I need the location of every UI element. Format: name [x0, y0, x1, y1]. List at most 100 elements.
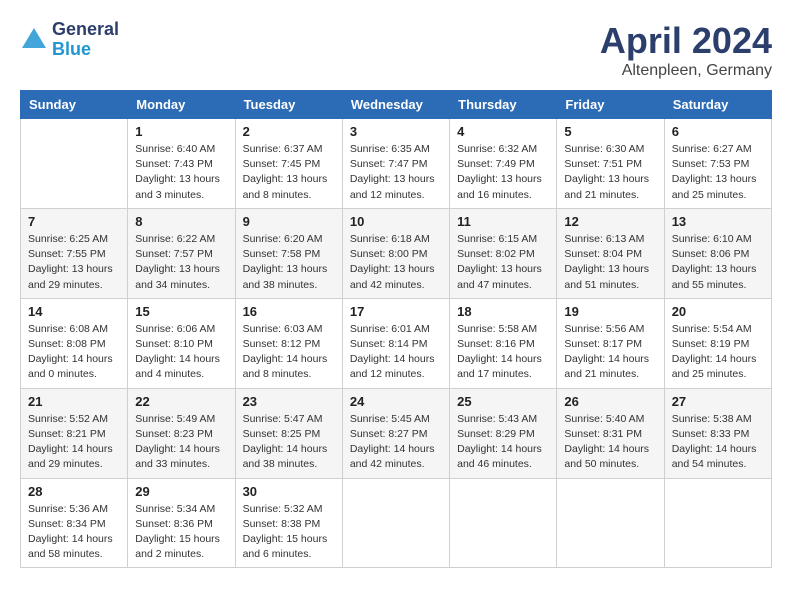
calendar-cell: 24 Sunrise: 5:45 AM Sunset: 8:27 PM Dayli… — [342, 388, 449, 478]
calendar-cell: 19 Sunrise: 5:56 AM Sunset: 8:17 PM Dayli… — [557, 298, 664, 388]
day-number: 6 — [672, 124, 764, 139]
calendar-cell: 15 Sunrise: 6:06 AM Sunset: 8:10 PM Dayli… — [128, 298, 235, 388]
day-info: Sunrise: 5:45 AM Sunset: 8:27 PM Dayligh… — [350, 412, 442, 473]
weekday-header: Wednesday — [342, 91, 449, 119]
weekday-header: Thursday — [450, 91, 557, 119]
day-info: Sunrise: 6:10 AM Sunset: 8:06 PM Dayligh… — [672, 232, 764, 293]
calendar-cell: 18Sunrise: 5:58 AM Sunset: 8:16 PM Dayli… — [450, 298, 557, 388]
day-info: Sunrise: 6:01 AM Sunset: 8:14 PM Dayligh… — [350, 322, 442, 383]
calendar-cell: 2 Sunrise: 6:37 AM Sunset: 7:45 PM Daylig… — [235, 119, 342, 209]
day-info: Sunrise: 6:40 AM Sunset: 7:43 PM Dayligh… — [135, 142, 227, 203]
weekday-header: Monday — [128, 91, 235, 119]
calendar-cell: 4 Sunrise: 6:32 AM Sunset: 7:49 PM Daylig… — [450, 119, 557, 209]
day-number: 4 — [457, 124, 549, 139]
day-number: 20 — [672, 304, 764, 319]
calendar-cell — [342, 478, 449, 568]
day-info: Sunrise: 6:30 AM Sunset: 7:51 PM Dayligh… — [564, 142, 656, 203]
day-info: Sunrise: 5:56 AM Sunset: 8:17 PM Dayligh… — [564, 322, 656, 383]
day-number: 1 — [135, 124, 227, 139]
day-info: Sunrise: 5:36 AM Sunset: 8:34 PM Dayligh… — [28, 502, 120, 563]
calendar-cell: 6 Sunrise: 6:27 AM Sunset: 7:53 PM Daylig… — [664, 119, 771, 209]
calendar-cell: 20 Sunrise: 5:54 AM Sunset: 8:19 PM Dayli… — [664, 298, 771, 388]
calendar-cell: 17 Sunrise: 6:01 AM Sunset: 8:14 PM Dayli… — [342, 298, 449, 388]
calendar-cell: 25Sunrise: 5:43 AM Sunset: 8:29 PM Dayli… — [450, 388, 557, 478]
calendar-cell — [450, 478, 557, 568]
calendar-cell: 14 Sunrise: 6:08 AM Sunset: 8:08 PM Dayli… — [21, 298, 128, 388]
day-info: Sunrise: 5:38 AM Sunset: 8:33 PM Dayligh… — [672, 412, 764, 473]
day-number: 8 — [135, 214, 227, 229]
day-number: 19 — [564, 304, 656, 319]
calendar-cell: 16Sunrise: 6:03 AM Sunset: 8:12 PM Dayli… — [235, 298, 342, 388]
calendar-cell: 5 Sunrise: 6:30 AM Sunset: 7:51 PM Daylig… — [557, 119, 664, 209]
calendar-cell: 26Sunrise: 5:40 AM Sunset: 8:31 PM Dayli… — [557, 388, 664, 478]
weekday-header: Tuesday — [235, 91, 342, 119]
calendar-week-row: 14 Sunrise: 6:08 AM Sunset: 8:08 PM Dayli… — [21, 298, 772, 388]
day-info: Sunrise: 6:37 AM Sunset: 7:45 PM Dayligh… — [243, 142, 335, 203]
day-number: 22 — [135, 394, 227, 409]
calendar-cell: 30 Sunrise: 5:32 AM Sunset: 8:38 PM Dayli… — [235, 478, 342, 568]
page-header: General Blue April 2024 Altenpleen, Germ… — [20, 20, 772, 80]
day-number: 11 — [457, 214, 549, 229]
calendar-cell — [557, 478, 664, 568]
day-info: Sunrise: 5:32 AM Sunset: 8:38 PM Dayligh… — [243, 502, 335, 563]
month-title: April 2024 — [600, 20, 772, 62]
day-info: Sunrise: 5:58 AM Sunset: 8:16 PM Dayligh… — [457, 322, 549, 383]
day-info: Sunrise: 6:22 AM Sunset: 7:57 PM Dayligh… — [135, 232, 227, 293]
calendar-week-row: 7Sunrise: 6:25 AM Sunset: 7:55 PM Daylig… — [21, 208, 772, 298]
day-info: Sunrise: 6:18 AM Sunset: 8:00 PM Dayligh… — [350, 232, 442, 293]
calendar-cell: 21 Sunrise: 5:52 AM Sunset: 8:21 PM Dayli… — [21, 388, 128, 478]
calendar-cell — [664, 478, 771, 568]
day-number: 30 — [243, 484, 335, 499]
calendar-cell: 11Sunrise: 6:15 AM Sunset: 8:02 PM Dayli… — [450, 208, 557, 298]
location-subtitle: Altenpleen, Germany — [600, 62, 772, 80]
day-number: 14 — [28, 304, 120, 319]
day-info: Sunrise: 6:20 AM Sunset: 7:58 PM Dayligh… — [243, 232, 335, 293]
day-number: 24 — [350, 394, 442, 409]
calendar-week-row: 21 Sunrise: 5:52 AM Sunset: 8:21 PM Dayli… — [21, 388, 772, 478]
day-number: 13 — [672, 214, 764, 229]
day-number: 12 — [564, 214, 656, 229]
weekday-header: Saturday — [664, 91, 771, 119]
weekday-header: Friday — [557, 91, 664, 119]
day-number: 21 — [28, 394, 120, 409]
day-number: 23 — [243, 394, 335, 409]
day-number: 26 — [564, 394, 656, 409]
calendar-cell: 22Sunrise: 5:49 AM Sunset: 8:23 PM Dayli… — [128, 388, 235, 478]
day-info: Sunrise: 6:25 AM Sunset: 7:55 PM Dayligh… — [28, 232, 120, 293]
calendar-cell: 3 Sunrise: 6:35 AM Sunset: 7:47 PM Daylig… — [342, 119, 449, 209]
logo-icon — [20, 26, 48, 54]
calendar-table: SundayMondayTuesdayWednesdayThursdayFrid… — [20, 90, 772, 568]
day-info: Sunrise: 6:27 AM Sunset: 7:53 PM Dayligh… — [672, 142, 764, 203]
weekday-header: Sunday — [21, 91, 128, 119]
calendar-week-row: 28Sunrise: 5:36 AM Sunset: 8:34 PM Dayli… — [21, 478, 772, 568]
calendar-cell: 27 Sunrise: 5:38 AM Sunset: 8:33 PM Dayli… — [664, 388, 771, 478]
day-info: Sunrise: 6:32 AM Sunset: 7:49 PM Dayligh… — [457, 142, 549, 203]
calendar-cell: 9Sunrise: 6:20 AM Sunset: 7:58 PM Daylig… — [235, 208, 342, 298]
day-number: 10 — [350, 214, 442, 229]
day-number: 27 — [672, 394, 764, 409]
day-number: 17 — [350, 304, 442, 319]
calendar-cell: 8 Sunrise: 6:22 AM Sunset: 7:57 PM Daylig… — [128, 208, 235, 298]
day-number: 15 — [135, 304, 227, 319]
day-number: 3 — [350, 124, 442, 139]
calendar-cell — [21, 119, 128, 209]
day-number: 25 — [457, 394, 549, 409]
logo: General Blue — [20, 20, 119, 60]
calendar-cell: 29Sunrise: 5:34 AM Sunset: 8:36 PM Dayli… — [128, 478, 235, 568]
calendar-cell: 23 Sunrise: 5:47 AM Sunset: 8:25 PM Dayli… — [235, 388, 342, 478]
day-number: 2 — [243, 124, 335, 139]
day-info: Sunrise: 5:34 AM Sunset: 8:36 PM Dayligh… — [135, 502, 227, 563]
day-info: Sunrise: 5:54 AM Sunset: 8:19 PM Dayligh… — [672, 322, 764, 383]
calendar-cell: 13 Sunrise: 6:10 AM Sunset: 8:06 PM Dayli… — [664, 208, 771, 298]
day-info: Sunrise: 5:52 AM Sunset: 8:21 PM Dayligh… — [28, 412, 120, 473]
day-number: 5 — [564, 124, 656, 139]
title-area: April 2024 Altenpleen, Germany — [600, 20, 772, 80]
day-info: Sunrise: 6:06 AM Sunset: 8:10 PM Dayligh… — [135, 322, 227, 383]
calendar-cell: 28Sunrise: 5:36 AM Sunset: 8:34 PM Dayli… — [21, 478, 128, 568]
day-info: Sunrise: 5:47 AM Sunset: 8:25 PM Dayligh… — [243, 412, 335, 473]
day-info: Sunrise: 6:35 AM Sunset: 7:47 PM Dayligh… — [350, 142, 442, 203]
calendar-cell: 7Sunrise: 6:25 AM Sunset: 7:55 PM Daylig… — [21, 208, 128, 298]
day-number: 16 — [243, 304, 335, 319]
calendar-week-row: 1 Sunrise: 6:40 AM Sunset: 7:43 PM Daylig… — [21, 119, 772, 209]
day-info: Sunrise: 6:08 AM Sunset: 8:08 PM Dayligh… — [28, 322, 120, 383]
